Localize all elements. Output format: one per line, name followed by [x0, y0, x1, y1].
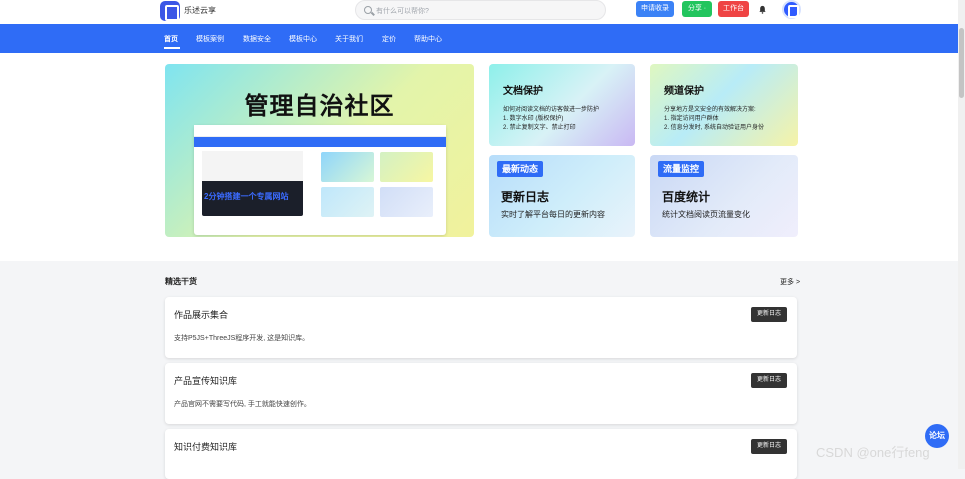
section-title: 精选干货 [165, 277, 197, 286]
bell-icon[interactable] [758, 5, 767, 14]
tab-home[interactable]: 首页 [164, 34, 178, 44]
card-baidu-stats[interactable]: 流量监控 百度统计 统计文档阅读页流量变化 [650, 155, 798, 237]
scrollbar-thumb[interactable] [959, 28, 964, 98]
hero-title: 管理自治社区 [244, 93, 395, 120]
changelog-button[interactable]: 更新日志 [751, 373, 787, 388]
tab-about[interactable]: 关于我们 [335, 34, 363, 44]
item-description: 支持P5JS+ThreeJS程序开发, 这是知识库。 [174, 335, 310, 342]
brand-name[interactable]: 乐述云享 [184, 5, 216, 16]
item-title: 知识付费知识库 [174, 442, 238, 452]
card-title: 更新日志 [501, 190, 550, 204]
item-title: 作品展示集合 [174, 310, 229, 320]
card-description: 如何对阅读文档的访客做进一步防护 1. 数字水印 (版权保护) 2. 禁止复制文… [503, 106, 599, 133]
tab-templates[interactable]: 模板案例 [196, 34, 224, 44]
changelog-button[interactable]: 更新日志 [751, 307, 787, 322]
mock-video-panel [202, 151, 303, 216]
card-changelog[interactable]: 最新动态 更新日志 实时了解平台每日的更新内容 [489, 155, 635, 237]
card-description: 实时了解平台每日的更新内容 [501, 210, 605, 219]
mock-card [321, 187, 374, 217]
card-title: 频道保护 [664, 86, 704, 97]
item-title: 产品宣传知识库 [174, 376, 238, 386]
card-title: 文档保护 [503, 86, 543, 97]
active-tab-indicator [164, 47, 180, 49]
card-channel-protect[interactable]: 频道保护 分享地方是文安全的有效解决方案: 1. 指定访问用户群体 2. 信息分… [650, 64, 798, 146]
share-button[interactable]: 分享 · [682, 1, 712, 17]
card-tag: 流量监控 [658, 161, 705, 177]
workbench-button[interactable]: 工作台 [718, 1, 749, 17]
item-description: 产品官网不需要写代码, 手工就能快速创作。 [174, 401, 311, 408]
main-nav: 首页 模板案例 数据安全 模板中心 关于我们 定价 帮助中心 [0, 24, 965, 53]
list-item[interactable]: 作品展示集合 支持P5JS+ThreeJS程序开发, 这是知识库。 更新日志 [165, 297, 797, 358]
card-description: 统计文档阅读页流量变化 [662, 210, 750, 219]
mock-card [380, 187, 433, 217]
card-title: 百度统计 [662, 190, 711, 204]
tab-help[interactable]: 帮助中心 [414, 34, 442, 44]
card-desc-line: 1. 指定访问用户群体 [664, 116, 719, 122]
tab-template-center[interactable]: 模板中心 [289, 34, 317, 44]
list-item[interactable]: 产品宣传知识库 产品官网不需要写代码, 手工就能快速创作。 更新日志 [165, 363, 797, 424]
apply-index-button[interactable]: 申请收录 [636, 1, 674, 17]
mock-slogan: 2分钟搭建一个专属网站 [204, 192, 289, 201]
card-desc-line: 1. 数字水印 (版权保护) [503, 116, 564, 122]
hero-banner[interactable]: 管理自治社区 2分钟搭建一个专属网站 [165, 64, 474, 237]
search-placeholder: 有什么可以帮你? [376, 8, 429, 15]
search-icon [364, 6, 372, 14]
card-desc-line: 2. 禁止复制文字、禁止打印 [503, 125, 576, 131]
mock-navbar [194, 137, 446, 147]
search-input[interactable]: 有什么可以帮你? [355, 0, 606, 20]
card-tag: 最新动态 [497, 161, 544, 177]
watermark: CSDN @one行feng [816, 445, 930, 460]
mock-card [380, 152, 433, 182]
top-bar: 乐述云享 有什么可以帮你? 申请收录 分享 · 工作台 [0, 0, 965, 24]
hero-section [0, 53, 965, 261]
changelog-button[interactable]: 更新日志 [751, 439, 787, 454]
card-doc-protect[interactable]: 文档保护 如何对阅读文档的访客做进一步防护 1. 数字水印 (版权保护) 2. … [489, 64, 635, 146]
card-desc-line: 分享地方是文安全的有效解决方案: [664, 107, 756, 113]
tab-pricing[interactable]: 定价 [382, 34, 396, 44]
mock-card [321, 152, 374, 182]
card-desc-line: 如何对阅读文档的访客做进一步防护 [503, 107, 600, 113]
avatar[interactable] [782, 0, 801, 19]
hero-mockup: 2分钟搭建一个专属网站 [194, 125, 446, 235]
logo-icon[interactable] [160, 1, 180, 21]
mock-topbar [194, 125, 446, 137]
card-description: 分享地方是文安全的有效解决方案: 1. 指定访问用户群体 2. 信息分发时, 系… [664, 106, 764, 133]
more-link[interactable]: 更多 > [780, 277, 800, 287]
tab-security[interactable]: 数据安全 [243, 34, 271, 44]
card-desc-line: 2. 信息分发时, 系统自动验证用户身份 [664, 125, 765, 131]
mock-gray-area [202, 151, 303, 181]
list-item[interactable]: 知识付费知识库 更新日志 [165, 429, 797, 479]
